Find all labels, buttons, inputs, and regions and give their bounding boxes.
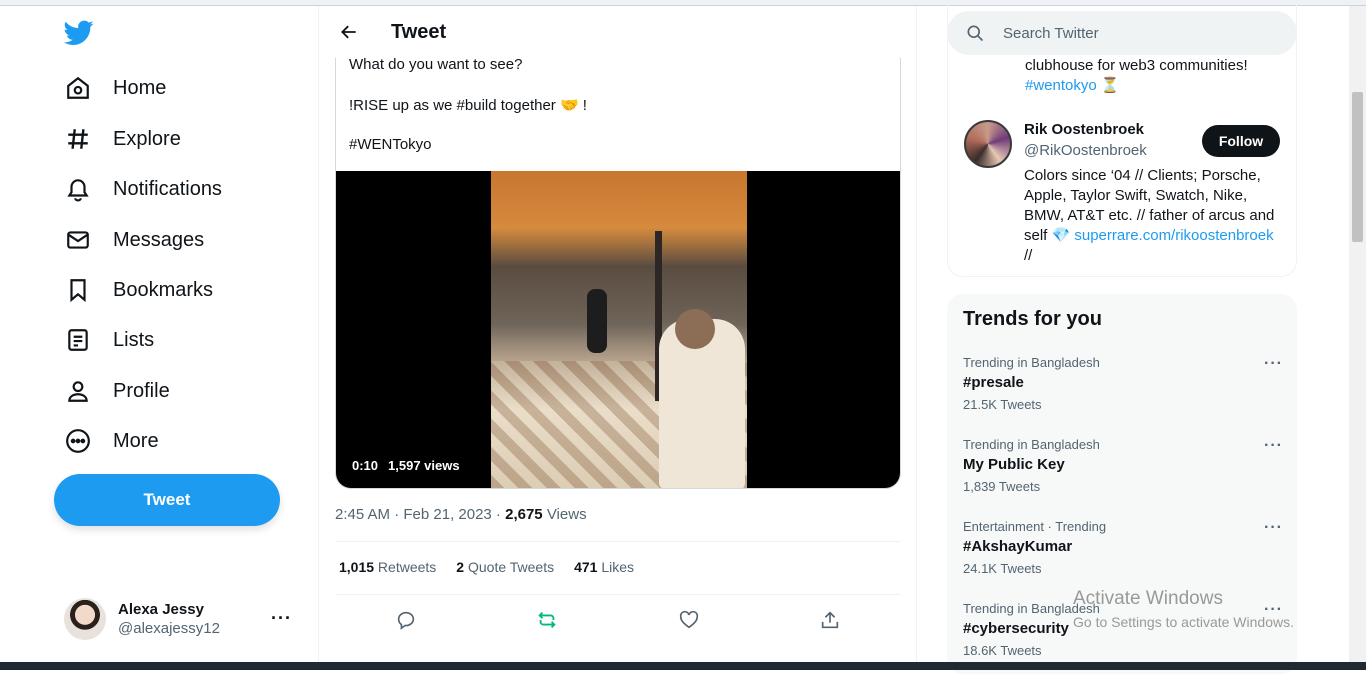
right-sidebar: clubhouse for web3 communities! #wentoky…: [917, 0, 1349, 674]
main-column: What do you want to see? !RISE up as we …: [318, 6, 917, 662]
avatar[interactable]: [964, 120, 1012, 168]
likes-stat[interactable]: 471 Likes: [574, 559, 634, 575]
account-switcher[interactable]: Alexa Jessy @alexajessy12 ···: [64, 594, 304, 644]
previous-user-bio: clubhouse for web3 communities! #wentoky…: [1025, 57, 1248, 94]
reply-icon[interactable]: [386, 600, 426, 640]
bookmark-icon: [64, 276, 92, 304]
avatar: [64, 598, 106, 640]
nav-item-more[interactable]: More: [64, 421, 159, 461]
video-player[interactable]: 0:10 1,597 views: [336, 171, 900, 488]
windows-activation-watermark: Activate Windows Go to Settings to activ…: [1073, 588, 1294, 630]
more-dots-icon[interactable]: ···: [1264, 355, 1283, 373]
nav-label: Bookmarks: [113, 278, 214, 301]
user-bio: Colors since ‘04 // Clients; Porsche, Ap…: [1024, 167, 1275, 264]
nav-label: Explore: [113, 127, 181, 150]
os-taskbar: [0, 662, 1366, 670]
nav-label: Lists: [113, 328, 155, 351]
quote-text-line: #WENTokyo: [349, 136, 432, 153]
quoted-tweet-card[interactable]: What do you want to see? !RISE up as we …: [335, 46, 901, 489]
share-icon[interactable]: [810, 600, 850, 640]
nav-label: Home: [113, 76, 167, 99]
trend-item[interactable]: Trending in Bangladesh #presale 21.5K Tw…: [963, 355, 1283, 429]
user-handle: @RikOostenbroek: [1024, 142, 1147, 159]
tweet-button[interactable]: Tweet: [54, 474, 280, 526]
divider: [335, 594, 901, 595]
nav-item-bookmarks[interactable]: Bookmarks: [64, 270, 213, 310]
more-dots-icon[interactable]: ···: [1264, 519, 1283, 537]
user-name[interactable]: Rik Oostenbroek: [1024, 121, 1144, 138]
hashtag-link[interactable]: #wentokyo: [1025, 77, 1097, 94]
nav-item-explore[interactable]: Explore: [64, 119, 181, 159]
list-icon: [64, 326, 92, 354]
video-duration: 0:10: [352, 458, 379, 473]
account-handle: @alexajessy12: [118, 620, 220, 637]
scrollbar-thumb[interactable]: [1352, 92, 1363, 242]
tweet-header: Tweet: [319, 6, 916, 58]
home-icon: [64, 74, 92, 102]
follow-button[interactable]: Follow: [1202, 125, 1280, 157]
back-arrow-icon[interactable]: [331, 14, 367, 50]
trend-item[interactable]: Entertainment · Trending #AkshayKumar 24…: [963, 519, 1283, 593]
twitter-logo-icon[interactable]: [63, 20, 98, 50]
more-dots-icon[interactable]: ···: [271, 608, 292, 629]
trend-item[interactable]: Trending in Bangladesh My Public Key 1,8…: [963, 437, 1283, 511]
page-title: Tweet: [391, 20, 447, 43]
like-heart-icon[interactable]: [669, 600, 709, 640]
tweet-timestamp[interactable]: 2:45 AM · Feb 21, 2023 · 2,675 Views: [335, 506, 587, 523]
search-box[interactable]: [947, 11, 1297, 55]
left-sidebar: Home Explore Notifications Messages Book…: [0, 6, 318, 662]
quote-text-line: What do you want to see?: [349, 56, 523, 73]
nav-label: Profile: [113, 379, 170, 402]
bell-icon: [64, 175, 92, 203]
nav-item-notifications[interactable]: Notifications: [64, 169, 222, 209]
nav-label: Notifications: [113, 177, 222, 200]
views-count: 2,675: [505, 506, 543, 523]
nav-item-profile[interactable]: Profile: [64, 371, 170, 411]
account-name: Alexa Jessy: [118, 601, 204, 618]
nav-item-messages[interactable]: Messages: [64, 220, 204, 260]
more-circle-icon: [64, 427, 92, 455]
divider: [335, 541, 901, 542]
more-dots-icon[interactable]: ···: [1264, 437, 1283, 455]
search-icon: [965, 23, 985, 43]
retweet-icon[interactable]: [527, 600, 567, 640]
person-icon: [64, 377, 92, 405]
nav-item-home[interactable]: Home: [64, 68, 166, 108]
quote-text-line: !RISE up as we #build together 🤝 !: [349, 97, 587, 114]
bio-link[interactable]: superrare.com/rikoostenbroek: [1074, 227, 1273, 244]
nav-label: More: [113, 429, 159, 452]
video-meta: 0:10 1,597 views: [352, 458, 460, 473]
quote-tweets-stat[interactable]: 2 Quote Tweets: [456, 559, 554, 575]
nav-item-lists[interactable]: Lists: [64, 320, 154, 360]
search-input[interactable]: [1003, 24, 1273, 42]
envelope-icon: [64, 226, 92, 254]
trends-title: Trends for you: [963, 308, 1102, 330]
video-views: 1,597 views: [388, 458, 460, 473]
video-frame: [491, 171, 747, 488]
tweet-actions: [335, 598, 901, 642]
hashtag-icon: [64, 125, 92, 153]
page-scrollbar[interactable]: [1349, 6, 1366, 662]
retweets-stat[interactable]: 1,015 Retweets: [339, 559, 436, 575]
nav-label: Messages: [113, 228, 205, 251]
tweet-stats: 1,015 Retweets 2 Quote Tweets 471 Likes: [339, 559, 634, 575]
